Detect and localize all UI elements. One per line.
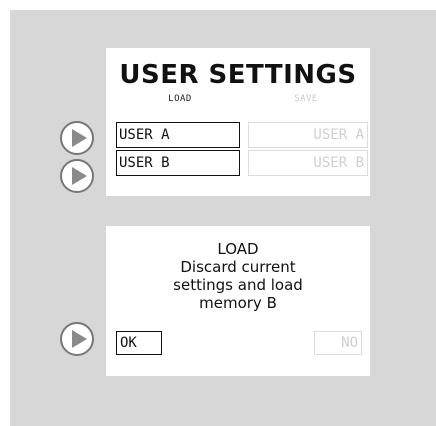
dialog-line: settings and load <box>173 276 303 294</box>
load-user-a-button[interactable]: USER A <box>116 122 240 148</box>
save-column-label: SAVE <box>294 94 318 104</box>
load-confirm-dialog: LOAD Discard current settings and load m… <box>106 226 370 376</box>
dialog-message: LOAD Discard current settings and load m… <box>106 240 370 312</box>
load-column-label: LOAD <box>168 94 192 104</box>
user-settings-panel: USER SETTINGS LOAD SAVE USER A USER B US… <box>106 48 370 196</box>
dialog-title: LOAD <box>217 240 259 258</box>
dialog-line: memory B <box>199 294 277 312</box>
confirm-ok-arrow-icon[interactable] <box>59 321 95 357</box>
select-user-b-arrow-icon[interactable] <box>59 158 95 194</box>
select-user-a-arrow-icon[interactable] <box>59 120 95 156</box>
save-user-a-button[interactable]: USER A <box>248 122 368 148</box>
no-button[interactable]: NO <box>314 331 362 355</box>
dialog-line: Discard current <box>180 258 296 276</box>
ok-button[interactable]: OK <box>116 331 162 355</box>
save-user-b-button[interactable]: USER B <box>248 150 368 176</box>
load-user-b-button[interactable]: USER B <box>116 150 240 176</box>
page-title: USER SETTINGS <box>119 60 357 90</box>
